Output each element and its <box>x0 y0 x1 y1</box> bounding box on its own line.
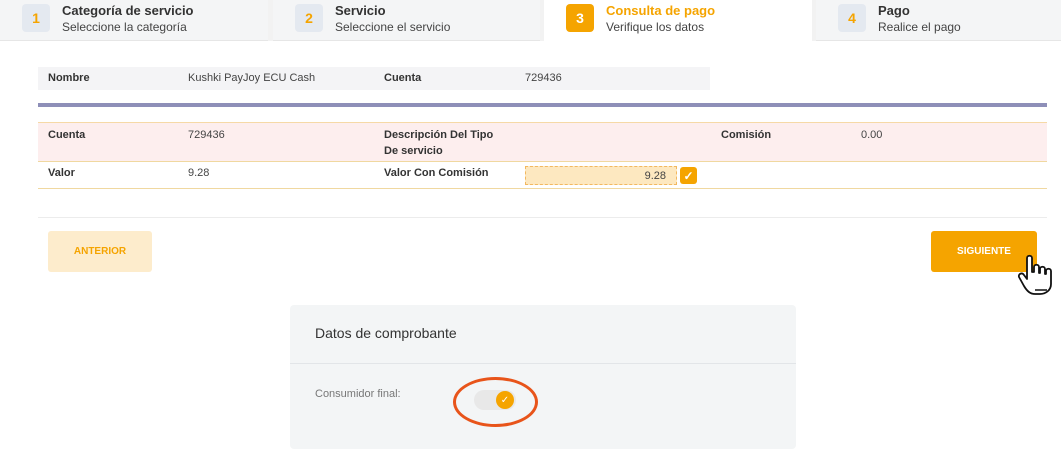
step-subtitle: Realice el pago <box>878 20 961 34</box>
step-pago[interactable]: 4 Pago Realice el pago <box>816 0 1061 41</box>
stepper: 1 Categoría de servicio Seleccione la ca… <box>0 0 1061 41</box>
descripcion-label-line2: De servicio <box>384 145 443 157</box>
step-title: Servicio <box>335 3 386 18</box>
valor-value: 9.28 <box>188 167 210 179</box>
comprobante-card: Datos de comprobante Consumidor final: ✓ <box>290 305 796 449</box>
descripcion-label: Descripción Del Tipo <box>384 129 494 141</box>
step-title: Categoría de servicio <box>62 3 194 18</box>
valor-label: Valor <box>48 167 75 179</box>
highlight-circle <box>453 377 538 427</box>
cuenta-value: 729436 <box>188 129 225 141</box>
step-subtitle: Seleccione la categoría <box>62 20 187 34</box>
section-divider-bar <box>38 103 1047 107</box>
payment-details: Cuenta 729436 Descripción Del Tipo De se… <box>38 122 1047 189</box>
step-title: Pago <box>878 3 910 18</box>
step-number: 4 <box>838 4 866 32</box>
card-divider <box>290 363 796 364</box>
consumidor-final-label: Consumidor final: <box>315 388 401 400</box>
anterior-button[interactable]: ANTERIOR <box>48 231 152 272</box>
valor-con-comision-field[interactable]: 9.28 <box>525 166 677 185</box>
comision-label: Comisión <box>721 129 772 141</box>
comision-value: 0.00 <box>861 129 883 141</box>
step-servicio[interactable]: 2 Servicio Seleccione el servicio <box>273 0 540 41</box>
valor-con-comision-label: Valor Con Comisión <box>384 167 489 179</box>
details-row: Cuenta 729436 Descripción Del Tipo De se… <box>38 122 1047 162</box>
cuenta-label: Cuenta <box>48 129 86 141</box>
step-subtitle: Seleccione el servicio <box>335 20 451 34</box>
step-number: 1 <box>22 4 50 32</box>
step-categoria[interactable]: 1 Categoría de servicio Seleccione la ca… <box>0 0 268 41</box>
step-number: 3 <box>566 4 594 32</box>
divider <box>38 217 1047 218</box>
check-icon[interactable]: ✓ <box>680 167 697 184</box>
step-subtitle: Verifique los datos <box>606 20 705 34</box>
comprobante-title: Datos de comprobante <box>315 325 457 341</box>
nombre-value: Kushki PayJoy ECU Cash <box>188 72 316 84</box>
step-number: 2 <box>295 4 323 32</box>
details-row: Valor 9.28 Valor Con Comisión 9.28 ✓ <box>38 162 1047 189</box>
hand-pointer-icon <box>1011 247 1052 295</box>
cuenta-label: Cuenta <box>384 72 422 84</box>
step-title: Consulta de pago <box>606 3 716 18</box>
summary-row: Nombre Kushki PayJoy ECU Cash Cuenta 729… <box>38 67 710 90</box>
nombre-label: Nombre <box>48 72 90 84</box>
step-consulta-de-pago[interactable]: 3 Consulta de pago Verifique los datos <box>544 0 812 41</box>
cuenta-value: 729436 <box>525 72 562 84</box>
